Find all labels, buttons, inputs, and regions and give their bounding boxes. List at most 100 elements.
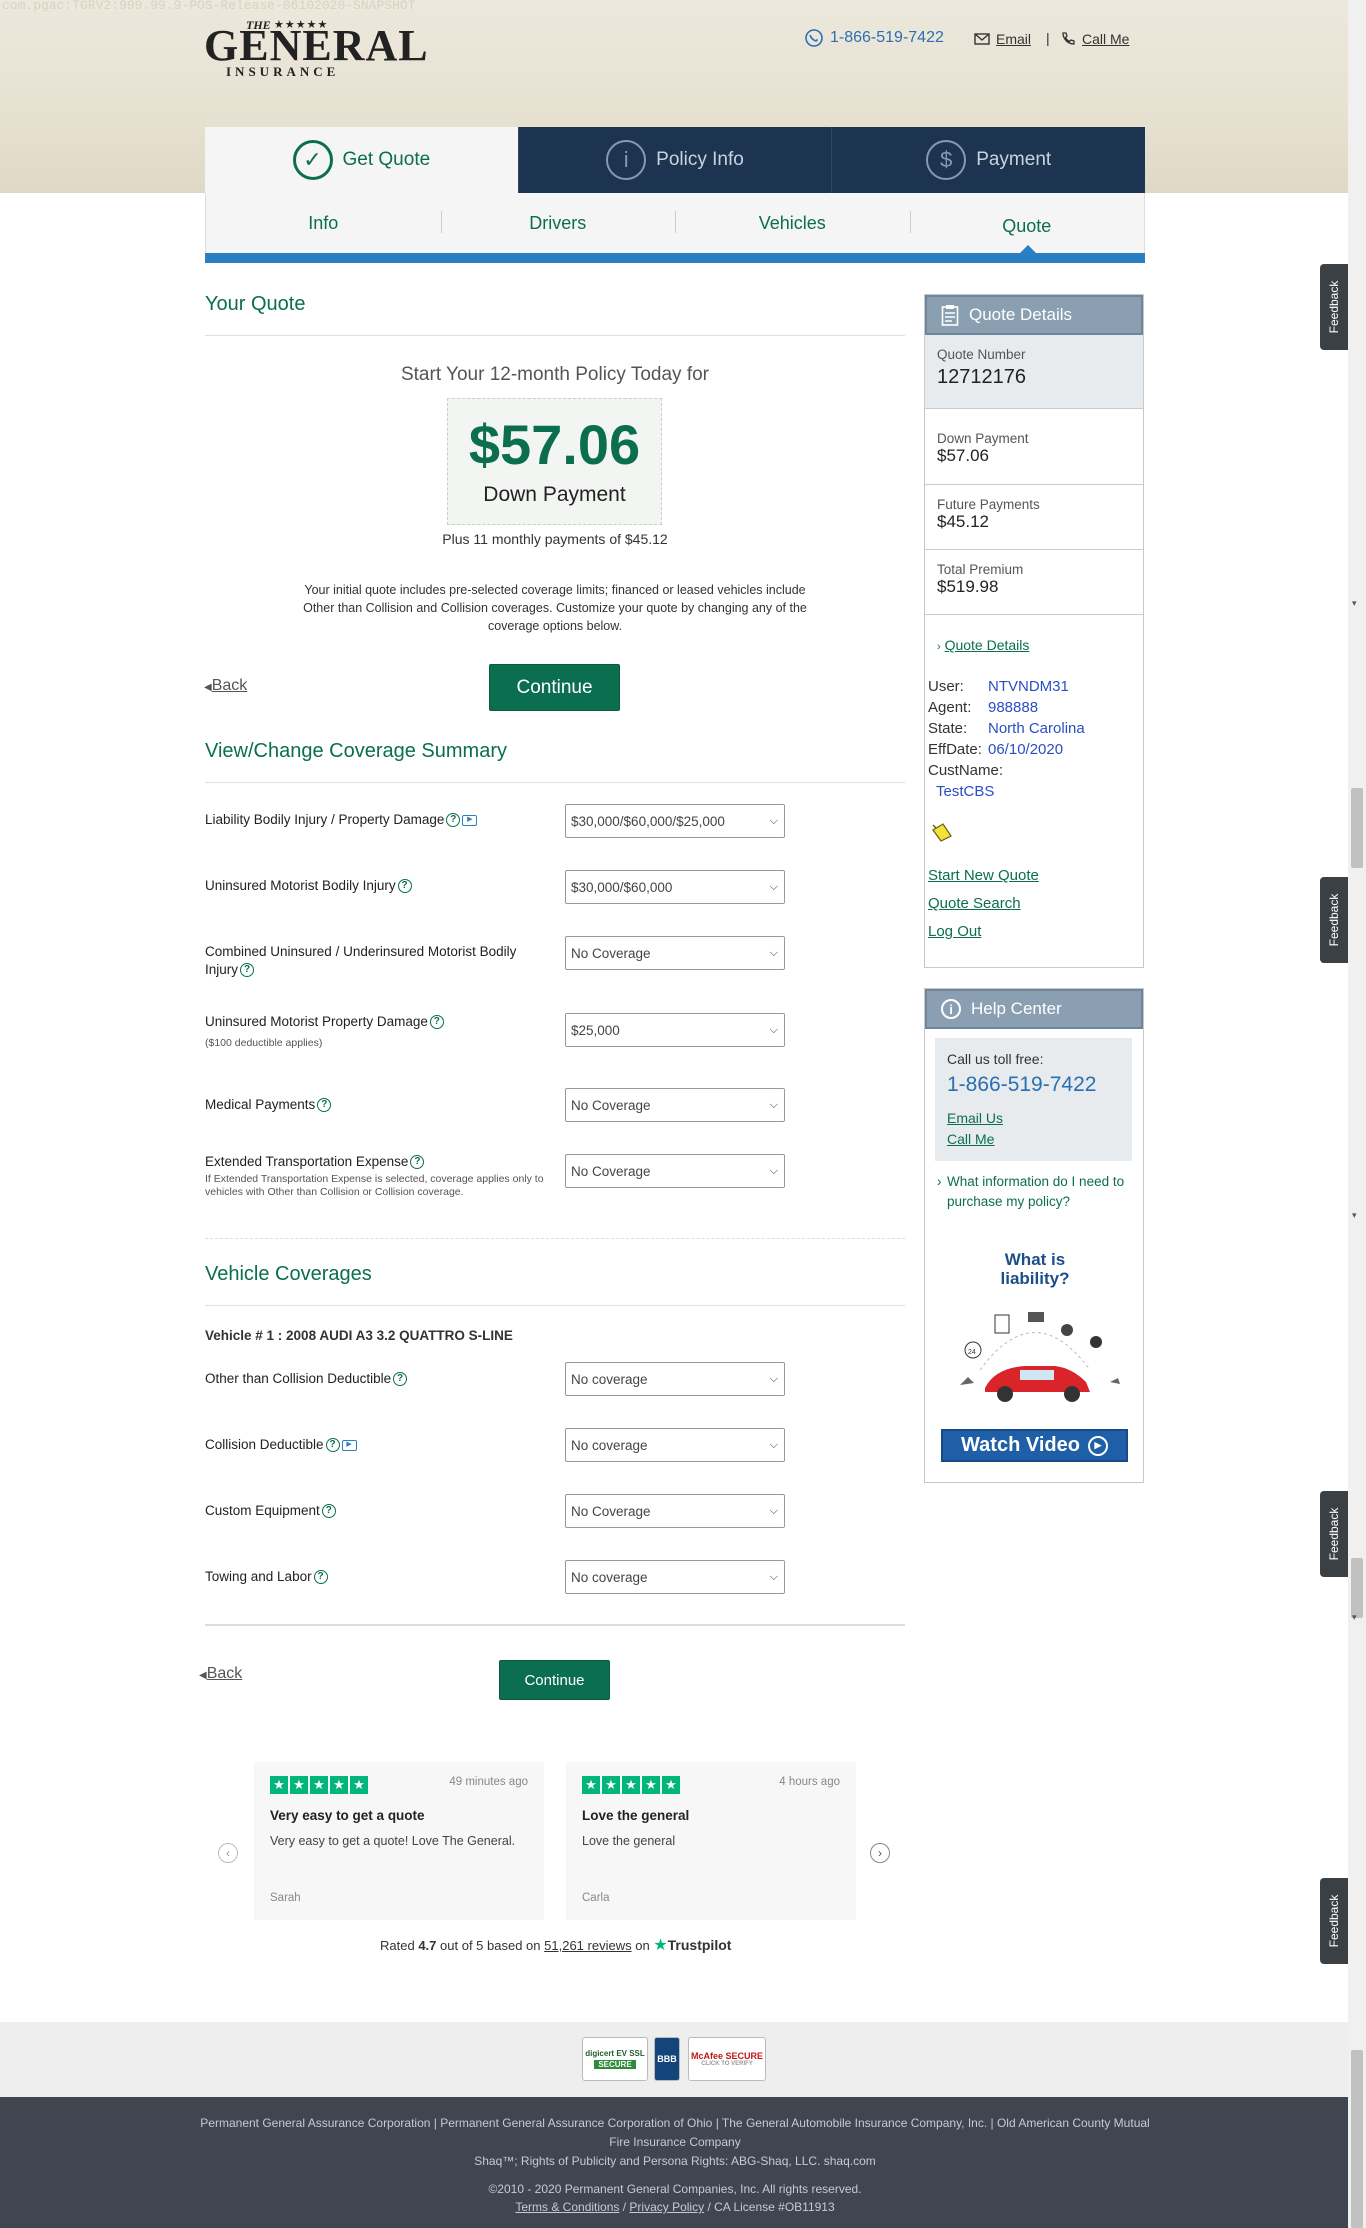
coverage-label-text: Liability Bodily Injury / Property Damag… bbox=[205, 812, 445, 827]
medical-select[interactable]: No Coverage ⌵ bbox=[565, 1088, 785, 1122]
five-star-rating-icon: ★ ★ ★ ★ ★ bbox=[270, 1776, 368, 1794]
feedback-tab[interactable]: Feedback bbox=[1320, 1491, 1348, 1577]
quote-search-link[interactable]: Quote Search bbox=[928, 890, 1039, 918]
carousel-prev-button[interactable]: ‹ bbox=[218, 1843, 238, 1863]
help-icon[interactable]: ? bbox=[446, 813, 461, 828]
review-card[interactable]: ★ ★ ★ ★ ★ 49 minutes ago Very easy to get a … bbox=[254, 1762, 544, 1920]
quote-details-link[interactable]: › Quote Details bbox=[937, 637, 1029, 653]
liability-select[interactable]: $30,000/$60,000/$25,000 ⌵ bbox=[565, 804, 785, 838]
future-payments-row: Future Payments $45.12 bbox=[925, 485, 1143, 550]
subtab-drivers[interactable]: Drivers bbox=[440, 193, 676, 253]
help-icon[interactable]: ? bbox=[397, 879, 412, 894]
back-link-bottom[interactable]: ◀Back bbox=[199, 1665, 242, 1683]
log-out-link[interactable]: Log Out bbox=[928, 918, 1039, 946]
umpd-note: ($100 deductible applies) bbox=[205, 1037, 323, 1049]
back-link-text[interactable]: Back bbox=[212, 677, 248, 694]
continue-button-top[interactable]: Continue bbox=[489, 664, 620, 711]
email-us-link[interactable]: Email Us bbox=[947, 1110, 1003, 1126]
review-title: Very easy to get a quote bbox=[270, 1808, 425, 1823]
quote-details-link-text[interactable]: Quote Details bbox=[945, 637, 1030, 653]
header-email-link[interactable]: Email bbox=[996, 31, 1031, 47]
ete-select[interactable]: No Coverage ⌵ bbox=[565, 1154, 785, 1188]
uim-select[interactable]: No Coverage ⌵ bbox=[565, 936, 785, 970]
help-center-header: i Help Center bbox=[925, 989, 1143, 1029]
session-info: User: NTVNDM31 Agent: 988888 State: North C… bbox=[928, 676, 1085, 802]
agent-key: Agent: bbox=[928, 699, 972, 716]
carousel-next-button[interactable]: › bbox=[870, 1843, 890, 1863]
tab-get-quote-label: Get Quote bbox=[342, 149, 431, 170]
help-icon[interactable]: ? bbox=[317, 1098, 332, 1113]
your-quote-title: Your Quote bbox=[205, 293, 306, 315]
scrollbar[interactable] bbox=[1348, 0, 1366, 2228]
chevron-right-icon: › bbox=[937, 641, 941, 653]
help-phone[interactable]: 1-866-519-7422 bbox=[947, 1073, 1096, 1097]
logo[interactable]: THE ★★★★★ GENERAL INSURANCE bbox=[204, 18, 428, 79]
five-star-rating-icon: ★ ★ ★ ★ ★ bbox=[582, 1776, 680, 1794]
sticky-note-icon[interactable] bbox=[930, 820, 954, 844]
mcafee-badge[interactable]: McAfee SECURE CLICK TO VERIFY bbox=[688, 2037, 766, 2081]
back-link[interactable]: ◀Back bbox=[204, 677, 247, 695]
video-icon[interactable]: ▶ bbox=[341, 1439, 357, 1451]
scrollbar-thumb[interactable] bbox=[1351, 2050, 1363, 2228]
trustpilot-summary: Rated 4.7 out of 5 based on 51,261 revie… bbox=[380, 1935, 731, 1955]
scrollbar-thumb[interactable] bbox=[1351, 1558, 1363, 1618]
subtab-quote[interactable]: Quote bbox=[909, 193, 1145, 253]
purchase-info-link[interactable]: › What information do I need to purchase … bbox=[937, 1172, 1137, 1212]
help-icon[interactable]: ? bbox=[325, 1438, 340, 1453]
build-string: com.pgac:TGRV2:999.99.9-POS-Release-0610… bbox=[2, 0, 416, 13]
otc-select[interactable]: No coverage ⌵ bbox=[565, 1362, 785, 1396]
towing-select[interactable]: No coverage ⌵ bbox=[565, 1560, 785, 1594]
continue-button-bottom[interactable]: Continue bbox=[499, 1660, 610, 1700]
review-card[interactable]: ★ ★ ★ ★ ★ 4 hours ago Love the general Love … bbox=[566, 1762, 856, 1920]
help-icon[interactable]: ? bbox=[429, 1015, 444, 1030]
custom-equipment-select[interactable]: No Coverage ⌵ bbox=[565, 1494, 785, 1528]
video-icon[interactable]: ▶ bbox=[462, 814, 478, 826]
subtab-info[interactable]: Info bbox=[206, 193, 441, 253]
back-link-bottom-text[interactable]: Back bbox=[207, 1665, 243, 1682]
watch-video-button[interactable]: Watch Video ▶ bbox=[941, 1429, 1128, 1462]
help-icon[interactable]: ? bbox=[313, 1570, 328, 1585]
scroll-down-arrow-icon[interactable]: ▾ bbox=[1352, 598, 1357, 609]
help-icon[interactable]: ? bbox=[240, 963, 255, 978]
help-icon[interactable]: ? bbox=[393, 1372, 408, 1387]
header-call-me-link[interactable]: Call Me bbox=[1082, 31, 1129, 47]
footer-copyright: ©2010 - 2020 Permanent General Companies… bbox=[488, 2182, 862, 2196]
help-icon[interactable]: ? bbox=[321, 1504, 336, 1519]
digicert-badge[interactable]: digicert EV SSL SECURE bbox=[582, 2037, 648, 2081]
trustpilot-brand[interactable]: Trustpilot bbox=[668, 1937, 732, 1953]
subtab-vehicles[interactable]: Vehicles bbox=[675, 193, 910, 253]
tab-payment[interactable]: $ Payment bbox=[831, 127, 1146, 193]
help-icon[interactable]: ? bbox=[410, 1155, 425, 1170]
um-bi-select[interactable]: $30,000/$60,000 ⌵ bbox=[565, 870, 785, 904]
coverage-label-uim: Combined Uninsured / Underinsured Motori… bbox=[205, 943, 545, 979]
start-new-quote-link[interactable]: Start New Quote bbox=[928, 862, 1039, 890]
coverage-label-ete: Extended Transportation Expense? bbox=[205, 1153, 545, 1171]
state-value: North Carolina bbox=[988, 720, 1085, 737]
down-payment-label: Down Payment bbox=[483, 483, 626, 506]
scroll-down-arrow-icon[interactable]: ▾ bbox=[1352, 1612, 1357, 1623]
privacy-link[interactable]: Privacy Policy bbox=[629, 2200, 704, 2214]
umpd-select[interactable]: $25,000 ⌵ bbox=[565, 1013, 785, 1047]
um-bi-select-value: $30,000/$60,000 bbox=[571, 879, 673, 895]
ca-license: / CA License #OB11913 bbox=[707, 2200, 835, 2214]
terms-link[interactable]: Terms & Conditions bbox=[515, 2200, 619, 2214]
header-phone[interactable]: 1-866-519-7422 bbox=[804, 28, 944, 48]
tab-get-quote[interactable]: ✓ Get Quote bbox=[205, 127, 518, 193]
header-email[interactable]: Email bbox=[974, 31, 1031, 47]
chevron-down-icon: ⌵ bbox=[769, 1504, 778, 1517]
bbb-badge[interactable]: BBB bbox=[654, 2037, 680, 2081]
watch-video-label: Watch Video bbox=[961, 1434, 1080, 1456]
scroll-down-arrow-icon[interactable]: ▾ bbox=[1352, 1210, 1357, 1221]
collision-select[interactable]: No coverage ⌵ bbox=[565, 1428, 785, 1462]
coverage-label-towing: Towing and Labor? bbox=[205, 1568, 535, 1586]
help-call-me-link[interactable]: Call Me bbox=[947, 1131, 994, 1147]
total-premium-row: Total Premium $519.98 bbox=[925, 550, 1143, 615]
tab-policy-info[interactable]: i Policy Info bbox=[517, 127, 832, 193]
scrollbar-thumb[interactable] bbox=[1351, 788, 1363, 868]
review-count-link[interactable]: 51,261 reviews bbox=[544, 1938, 631, 1953]
feedback-tab[interactable]: Feedback bbox=[1320, 877, 1348, 963]
feedback-tab[interactable]: Feedback bbox=[1320, 1878, 1348, 1964]
chevron-down-icon: ⌵ bbox=[769, 1372, 778, 1385]
header-call-me[interactable]: Call Me bbox=[1060, 31, 1129, 47]
feedback-tab[interactable]: Feedback bbox=[1320, 264, 1348, 350]
